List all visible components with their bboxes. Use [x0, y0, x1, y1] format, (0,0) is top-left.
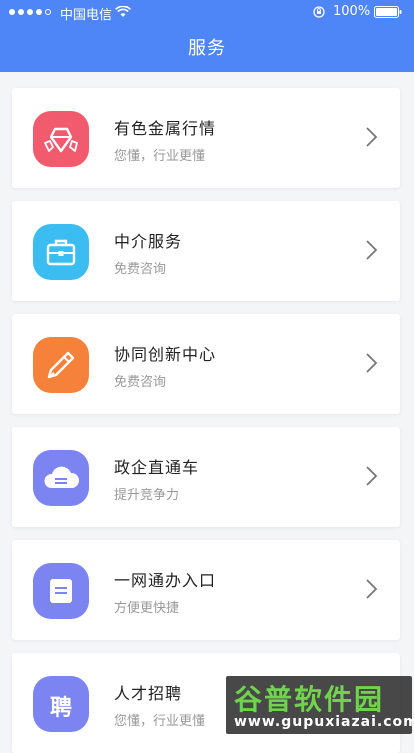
service-card-online-portal[interactable]: 一网通办入口 方便更快捷: [12, 540, 400, 640]
wifi-icon: [115, 6, 131, 17]
crystal-icon: [33, 111, 89, 167]
signal-strength-icon: [9, 9, 51, 15]
service-subtitle: 方便更快捷: [114, 601, 180, 616]
service-title: 政企直通车: [114, 458, 200, 477]
service-subtitle: 免费咨询: [114, 375, 167, 390]
page-title: 服务: [188, 38, 226, 59]
chevron-right-icon: [366, 579, 378, 599]
battery-percentage: 100%: [333, 4, 371, 19]
carrier-name: 中国电信: [60, 8, 113, 23]
document-icon: [33, 563, 89, 619]
cloud-icon: [33, 450, 89, 506]
service-title: 中介服务: [114, 232, 183, 251]
service-card-metals[interactable]: 有色金属行情 您懂，行业更懂: [12, 88, 400, 188]
service-title: 有色金属行情: [114, 119, 217, 138]
status-bar: 中国电信 100%: [0, 0, 414, 24]
rotation-lock-icon: [313, 6, 325, 18]
watermark-url: www.gupuxiazai.com: [234, 714, 414, 730]
pen-icon: [33, 337, 89, 393]
service-title: 协同创新中心: [114, 345, 217, 364]
service-title: 人才招聘: [114, 684, 183, 703]
briefcase-icon: [33, 224, 89, 280]
watermark-title: 谷普软件园: [234, 683, 385, 716]
service-subtitle: 提升竞争力: [114, 488, 180, 503]
app-header: 中国电信 100% 服务: [0, 0, 414, 72]
service-card-innovation[interactable]: 协同创新中心 免费咨询: [12, 314, 400, 414]
service-card-government[interactable]: 政企直通车 提升竞争力: [12, 427, 400, 527]
hire-icon-glyph: 聘: [49, 696, 72, 721]
chevron-right-icon: [366, 353, 378, 373]
hire-icon: 聘: [33, 676, 89, 732]
service-subtitle: 您懂，行业更懂: [114, 714, 206, 729]
service-title: 一网通办入口: [114, 571, 217, 590]
battery-icon: [374, 6, 402, 18]
chevron-right-icon: [366, 466, 378, 486]
service-card-agency[interactable]: 中介服务 免费咨询: [12, 201, 400, 301]
watermark: 谷普软件园 www.gupuxiazai.com: [226, 676, 414, 734]
service-subtitle: 免费咨询: [114, 262, 167, 277]
chevron-right-icon: [366, 127, 378, 147]
chevron-right-icon: [366, 240, 378, 260]
service-subtitle: 您懂，行业更懂: [114, 149, 206, 164]
